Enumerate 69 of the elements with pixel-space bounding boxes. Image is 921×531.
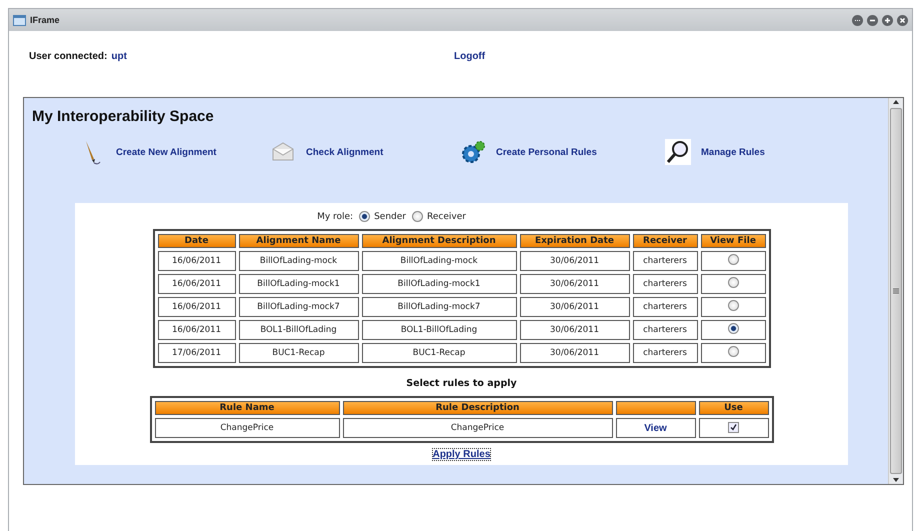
window-title: IFrame — [30, 15, 61, 25]
column-header: Use — [698, 401, 768, 415]
column-header: Receiver — [632, 234, 698, 248]
table-cell: 30/06/2011 — [520, 343, 630, 363]
table-cell: 16/06/2011 — [158, 297, 236, 317]
scroll-thumb[interactable] — [890, 108, 902, 474]
column-header: View File — [700, 234, 766, 248]
scroll-down-icon[interactable] — [892, 476, 900, 484]
table-cell: BillOfLading-mock1 — [362, 274, 516, 294]
view-radio[interactable] — [728, 254, 738, 265]
user-link[interactable]: upt — [111, 51, 127, 71]
role-option[interactable]: Receiver — [412, 211, 466, 222]
table-cell: BOL1-BillOfLading — [238, 320, 358, 340]
column-header: Alignment Description — [362, 234, 516, 248]
apply-rules-button[interactable]: Apply Rules — [432, 448, 492, 461]
table-cell: 16/06/2011 — [158, 251, 236, 271]
table-cell: BUC1-Recap — [238, 343, 358, 363]
view-radio[interactable] — [728, 323, 738, 334]
table-cell: charterers — [632, 274, 698, 294]
table-cell: charterers — [632, 297, 698, 317]
table-cell: BillOfLading-mock — [238, 251, 358, 271]
view-link[interactable]: View — [644, 422, 667, 434]
table-cell: ChangePrice — [342, 418, 612, 438]
scroll-up-icon[interactable] — [892, 98, 900, 106]
table-cell: ChangePrice — [154, 418, 340, 438]
column-header: Alignment Name — [238, 234, 358, 248]
view-radio[interactable] — [728, 346, 738, 357]
logoff-link[interactable]: Logoff — [454, 51, 486, 71]
action-link[interactable]: Create New Alignment — [80, 139, 270, 165]
table-cell: charterers — [632, 320, 698, 340]
user-label: User connected: — [29, 51, 108, 64]
table-cell: BillOfLading-mock7 — [238, 297, 358, 317]
table-cell: 30/06/2011 — [520, 251, 630, 271]
view-radio[interactable] — [728, 277, 738, 288]
view-radio[interactable] — [728, 300, 738, 311]
table-cell: charterers — [632, 343, 698, 363]
action-link[interactable]: Manage Rules — [665, 139, 825, 165]
table-cell: BUC1-Recap — [362, 343, 516, 363]
gears-icon — [460, 139, 486, 165]
table-cell: BillOfLading-mock — [362, 251, 516, 271]
table-cell: BillOfLading-mock7 — [362, 297, 516, 317]
table-cell: charterers — [632, 251, 698, 271]
column-header: Date — [158, 234, 236, 248]
close-icon[interactable] — [897, 14, 908, 26]
magnifier-icon — [665, 139, 691, 165]
table-cell: BillOfLading-mock1 — [238, 274, 358, 294]
menu-icon[interactable] — [852, 14, 863, 26]
space-title: My Interoperability Space — [32, 108, 215, 125]
table-cell: 30/06/2011 — [520, 297, 630, 317]
column-header: Expiration Date — [520, 234, 630, 248]
table-cell: BOL1-BillOfLading — [362, 320, 516, 340]
maximize-icon[interactable] — [882, 14, 893, 26]
use-checkbox[interactable] — [728, 422, 739, 433]
column-header: Rule Name — [154, 401, 340, 415]
role-option[interactable]: Sender — [359, 211, 406, 222]
table-cell: 16/06/2011 — [158, 320, 236, 340]
table-cell: 30/06/2011 — [520, 274, 630, 294]
action-link[interactable]: Check Alignment — [270, 139, 460, 165]
role-label: My role: — [317, 212, 354, 222]
minimize-icon[interactable] — [867, 14, 878, 26]
table-cell: 17/06/2011 — [158, 343, 236, 363]
table-cell: 30/06/2011 — [520, 320, 630, 340]
rules-heading: Select rules to apply — [406, 378, 517, 389]
scrollbar[interactable] — [888, 98, 903, 484]
action-link[interactable]: Create Personal Rules — [460, 139, 665, 165]
table-cell: 16/06/2011 — [158, 274, 236, 294]
grip-icon — [893, 288, 899, 294]
column-header: Rule Description — [342, 401, 612, 415]
window-icon — [13, 14, 26, 26]
